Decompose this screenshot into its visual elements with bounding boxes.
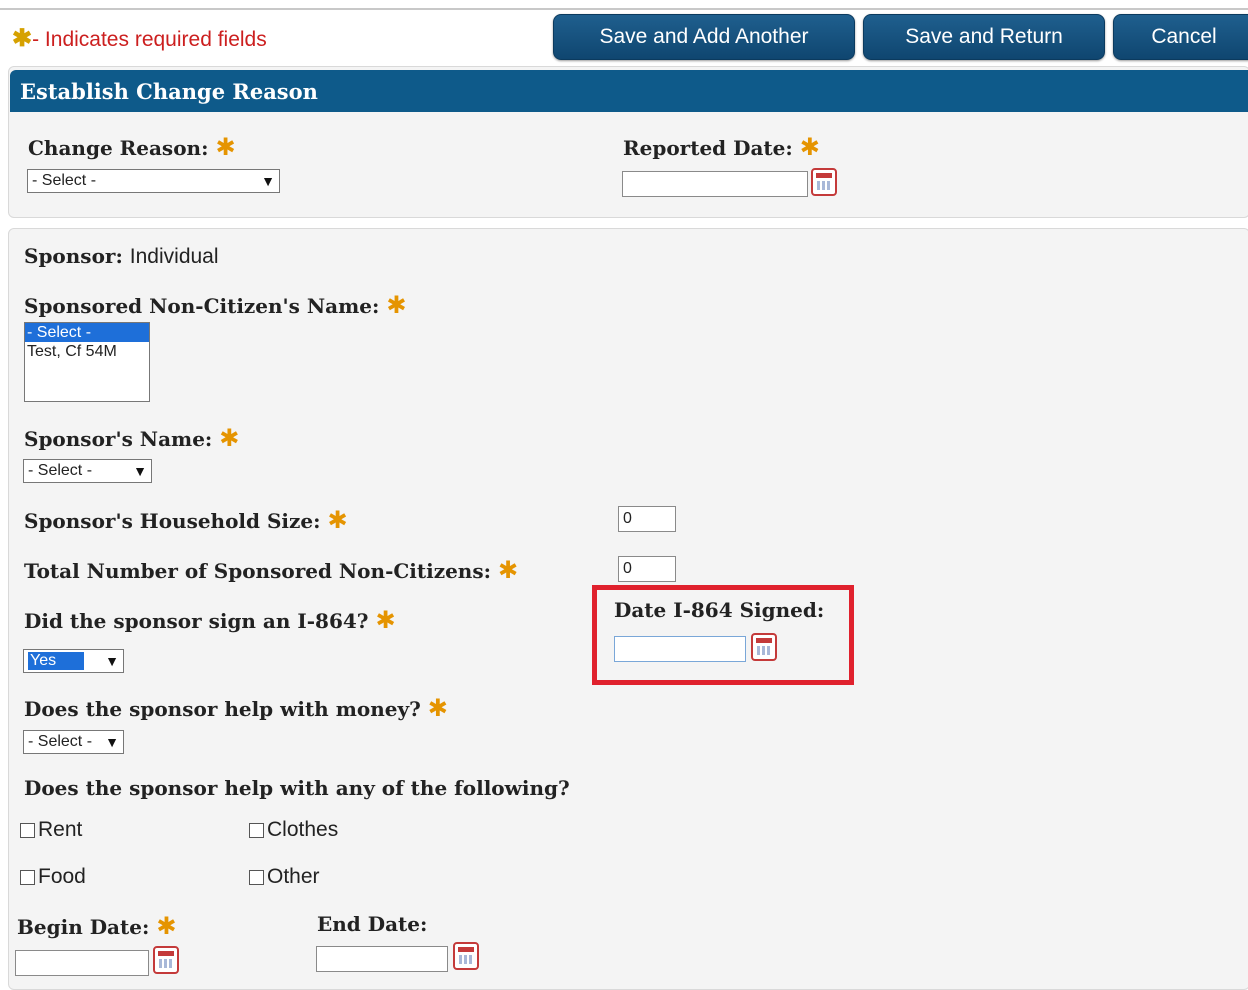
sponsor-label: Sponsor: Individual	[24, 244, 219, 268]
money-label: Does the sponsor help with money? ✱	[24, 694, 448, 722]
checkbox-icon[interactable]	[20, 869, 35, 885]
panel-title: Establish Change Reason	[10, 70, 1248, 112]
highlight-box	[592, 585, 854, 685]
required-star-icon: ✱	[497, 556, 519, 584]
begin-date-label: Begin Date: ✱	[17, 912, 177, 940]
checkbox-icon[interactable]	[249, 869, 264, 885]
required-star-icon: ✱	[156, 912, 177, 940]
chevron-down-icon: ▼	[105, 734, 119, 750]
calendar-icon[interactable]	[453, 942, 479, 970]
help-label: Does the sponsor help with any of the fo…	[24, 776, 570, 800]
total-noncitizens-input[interactable]: 0	[618, 556, 676, 582]
i864-select[interactable]: Yes ▼	[23, 649, 124, 673]
sponsor-name-select[interactable]: - Select - ▼	[23, 459, 152, 483]
begin-date-input[interactable]	[15, 950, 149, 976]
end-date-label: End Date:	[317, 912, 428, 936]
household-size-label: Sponsor's Household Size: ✱	[24, 506, 348, 534]
chevron-down-icon: ▼	[133, 463, 147, 479]
required-star-icon: ✱	[386, 291, 407, 319]
required-fields-note: ✱- Indicates required fields	[12, 25, 267, 52]
list-item[interactable]: - Select -	[25, 323, 149, 342]
required-star-icon: ✱	[215, 133, 236, 161]
food-checkbox[interactable]: Food	[20, 865, 86, 889]
reported-date-input[interactable]	[622, 171, 808, 197]
cancel-button[interactable]: Cancel	[1113, 14, 1248, 60]
save-and-add-another-button[interactable]: Save and Add Another	[553, 14, 855, 60]
required-star-icon: ✱	[12, 25, 33, 52]
sponsor-value: Individual	[129, 245, 219, 268]
household-size-input[interactable]: 0	[618, 506, 676, 532]
money-select[interactable]: - Select - ▼	[23, 730, 124, 754]
end-date-input[interactable]	[316, 946, 448, 972]
total-noncitizens-label: Total Number of Sponsored Non-Citizens: …	[24, 556, 519, 584]
rent-checkbox[interactable]: Rent	[20, 818, 82, 842]
save-and-return-button[interactable]: Save and Return	[863, 14, 1105, 60]
change-reason-label: Change Reason: ✱	[28, 133, 236, 161]
required-star-icon: ✱	[219, 424, 240, 452]
chevron-down-icon: ▼	[261, 173, 275, 189]
change-reason-select[interactable]: - Select - ▼	[27, 169, 280, 193]
calendar-icon[interactable]	[153, 946, 179, 974]
clothes-checkbox[interactable]: Clothes	[249, 818, 338, 842]
noncitizen-name-listbox[interactable]: - Select - Test, Cf 54M	[24, 322, 150, 402]
checkbox-icon[interactable]	[20, 822, 35, 838]
required-star-icon: ✱	[799, 133, 820, 161]
other-checkbox[interactable]: Other	[249, 865, 320, 889]
required-star-icon: ✱	[427, 694, 448, 722]
list-item[interactable]: Test, Cf 54M	[25, 342, 149, 361]
checkbox-icon[interactable]	[249, 822, 264, 838]
noncitizen-name-label: Sponsored Non-Citizen's Name: ✱	[24, 291, 407, 319]
i864-label: Did the sponsor sign an I-864? ✱	[24, 606, 396, 634]
chevron-down-icon: ▼	[105, 653, 119, 669]
sponsor-name-label: Sponsor's Name: ✱	[24, 424, 240, 452]
top-divider	[0, 8, 1248, 10]
required-star-icon: ✱	[327, 506, 348, 534]
required-star-icon: ✱	[375, 606, 396, 634]
reported-date-label: Reported Date: ✱	[623, 133, 820, 161]
calendar-icon[interactable]	[811, 168, 837, 196]
